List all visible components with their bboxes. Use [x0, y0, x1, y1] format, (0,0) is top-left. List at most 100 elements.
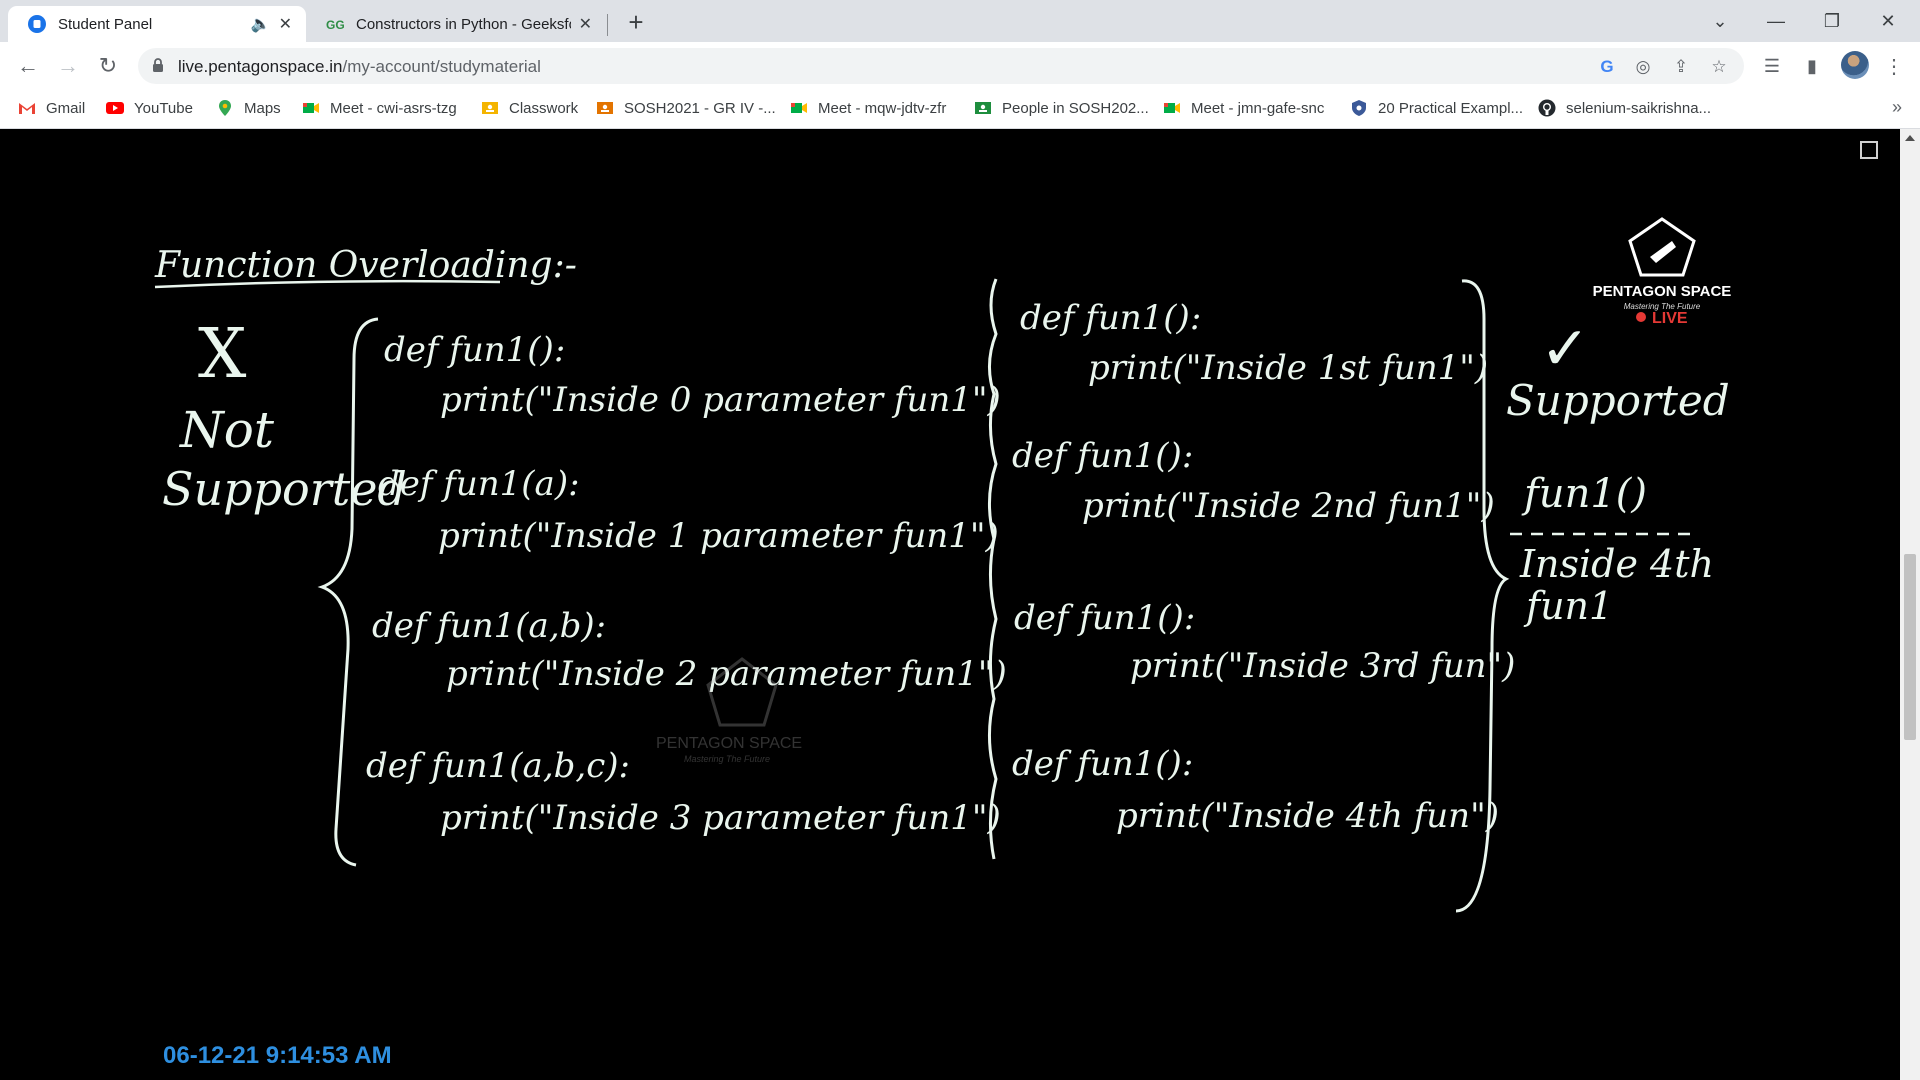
bookmark-label: Meet - cwi-asrs-tzg	[330, 99, 457, 117]
url-host: live.pentagonspace.in	[178, 57, 343, 76]
url-path: /my-account/studymaterial	[342, 57, 541, 76]
not-supported-cross: X	[198, 315, 247, 394]
google-icon[interactable]: G	[1596, 56, 1618, 78]
watermark-brand: PENTAGON SPACE	[656, 735, 802, 752]
video-player[interactable]: Function Overloading:- X Not Supported d…	[0, 129, 1900, 1080]
new-tab-icon[interactable]: +	[620, 6, 652, 38]
tab-close-icon[interactable]: ✕	[279, 14, 292, 34]
output-line-1: Inside 4th	[1519, 542, 1714, 586]
bookmark-people[interactable]: People in SOSH202...	[974, 99, 1149, 117]
side-panel-icon[interactable]: ▮	[1798, 52, 1826, 80]
right-code-def-3: def fun1():	[1014, 598, 1195, 638]
github-icon	[1538, 99, 1556, 117]
right-code-print-3: print("Inside 3rd fun")	[1130, 646, 1515, 686]
left-code-def-4: def fun1(a,b,c):	[366, 746, 630, 786]
reload-icon[interactable]: ↻	[92, 50, 124, 82]
shield-icon	[1352, 100, 1366, 116]
more-menu-icon[interactable]: ⋮	[1880, 52, 1908, 80]
left-code-print-4: print("Inside 3 parameter fun1")	[440, 798, 1001, 838]
whiteboard-canvas: Function Overloading:- X Not Supported d…	[154, 217, 1732, 913]
tab-search-chevron-icon[interactable]: ⌄	[1692, 0, 1748, 42]
bookmarks-bar: Gmail YouTube Maps Meet - cwi-asrs-tzg C…	[0, 90, 1920, 129]
maps-icon	[219, 100, 231, 116]
left-code-print-1: print("Inside 0 parameter fun1")	[440, 380, 1001, 420]
address-bar[interactable]: live.pentagonspace.in/my-account/studyma…	[138, 48, 1744, 84]
bookmark-practical[interactable]: 20 Practical Exampl...	[1350, 99, 1523, 117]
geeksforgeeks-favicon-icon: GG	[326, 18, 344, 32]
classroom-icon	[975, 102, 991, 114]
share-icon[interactable]: ⇪	[1670, 56, 1692, 78]
url-text[interactable]: live.pentagonspace.in/my-account/studyma…	[178, 57, 541, 77]
tab-title: Student Panel	[58, 15, 153, 33]
left-note-line-2: Supported	[162, 462, 407, 516]
tab-strip: Student Panel 🔈 ✕ GG Constructors in Pyt…	[0, 0, 1920, 42]
supported-check: ✓	[1540, 314, 1590, 384]
page-scrollbar[interactable]	[1900, 129, 1920, 1080]
left-code-def-2: def fun1(a):	[378, 464, 580, 504]
classroom-icon	[597, 102, 613, 114]
bookmark-gmail[interactable]: Gmail	[18, 99, 85, 117]
bookmark-meet-2[interactable]: Meet - mqw-jdtv-zfr	[790, 99, 946, 117]
scroll-thumb[interactable]	[1904, 554, 1916, 740]
tab-close-icon[interactable]: ✕	[579, 14, 592, 34]
bookmark-label: SOSH2021 - GR IV -...	[624, 99, 776, 117]
tab-student-panel[interactable]: Student Panel 🔈 ✕	[8, 6, 306, 42]
left-code-def-3: def fun1(a,b):	[372, 606, 606, 646]
close-window-icon[interactable]: ✕	[1860, 0, 1916, 42]
bookmark-label: Meet - mqw-jdtv-zfr	[818, 99, 947, 117]
tab-separator	[607, 14, 608, 36]
bookmark-classwork[interactable]: Classwork	[481, 99, 578, 117]
tab-audio-icon[interactable]: 🔈	[251, 14, 271, 34]
right-code-def-1: def fun1():	[1020, 298, 1201, 338]
minimize-icon[interactable]: —	[1748, 0, 1804, 42]
bookmark-sosh2021[interactable]: SOSH2021 - GR IV -...	[596, 99, 776, 117]
right-note: Supported	[1506, 376, 1730, 425]
logo-brand: PENTAGON SPACE	[1593, 283, 1732, 300]
svg-text:GG: GG	[326, 18, 344, 32]
right-code-print-1: print("Inside 1st fun1")	[1088, 348, 1488, 388]
left-code-print-3: print("Inside 2 parameter fun1")	[446, 654, 1007, 694]
scroll-up-icon[interactable]	[1905, 135, 1915, 141]
restore-icon[interactable]: ❐	[1804, 0, 1860, 42]
video-timestamp: 06-12-21 9:14:53 AM	[163, 1042, 392, 1069]
forward-icon[interactable]: →	[52, 50, 84, 82]
call-text: fun1()	[1521, 471, 1647, 517]
eye-slash-icon[interactable]: ◎	[1632, 56, 1654, 78]
bookmark-label: People in SOSH202...	[1002, 99, 1149, 117]
bookmark-selenium[interactable]: selenium-saikrishna...	[1538, 99, 1711, 117]
back-icon[interactable]: ←	[12, 50, 44, 82]
bookmark-meet-3[interactable]: Meet - jmn-gafe-snc	[1163, 99, 1324, 117]
classroom-icon	[482, 102, 498, 114]
media-playlist-icon[interactable]: ☰	[1758, 52, 1786, 80]
lock-icon[interactable]	[152, 58, 164, 73]
gmail-icon	[19, 103, 35, 114]
bookmark-label: Gmail	[46, 99, 86, 117]
bookmark-label: Classwork	[509, 99, 579, 117]
meet-icon	[791, 103, 807, 113]
pen-nib-icon	[1650, 241, 1676, 263]
meet-icon	[1164, 103, 1180, 113]
youtube-icon	[106, 102, 124, 114]
center-divider	[987, 278, 998, 860]
student-panel-favicon-icon	[28, 15, 46, 33]
live-dot-icon	[1636, 312, 1646, 322]
pentagon-space-logo: PENTAGON SPACE Mastering The Future LIVE	[1593, 217, 1732, 327]
bookmark-meet-1[interactable]: Meet - cwi-asrs-tzg	[302, 99, 457, 117]
fullscreen-icon[interactable]	[1860, 141, 1878, 159]
bookmark-youtube[interactable]: YouTube	[106, 99, 193, 117]
profile-avatar[interactable]	[1841, 51, 1869, 79]
pentagon-logo-icon	[1628, 217, 1696, 277]
left-code-print-2: print("Inside 1 parameter fun1")	[438, 516, 999, 556]
meet-icon	[303, 103, 319, 113]
bookmark-maps[interactable]: Maps	[216, 99, 281, 117]
browser-toolbar: ← → ↻ live.pentagonspace.in/my-account/s…	[0, 42, 1920, 90]
watermark-tagline: Mastering The Future	[684, 754, 770, 764]
right-code-print-4: print("Inside 4th fun")	[1116, 796, 1499, 836]
bookmarks-overflow-icon[interactable]: »	[1892, 97, 1902, 118]
bookmark-label: selenium-saikrishna...	[1566, 99, 1712, 117]
bookmark-star-icon[interactable]: ☆	[1708, 56, 1730, 78]
bookmark-label: Maps	[244, 99, 281, 117]
tab-constructors-python[interactable]: GG Constructors in Python - Geeksfo ✕	[306, 6, 606, 42]
left-code-def-1: def fun1():	[384, 330, 565, 370]
right-code-def-2: def fun1():	[1012, 436, 1193, 476]
